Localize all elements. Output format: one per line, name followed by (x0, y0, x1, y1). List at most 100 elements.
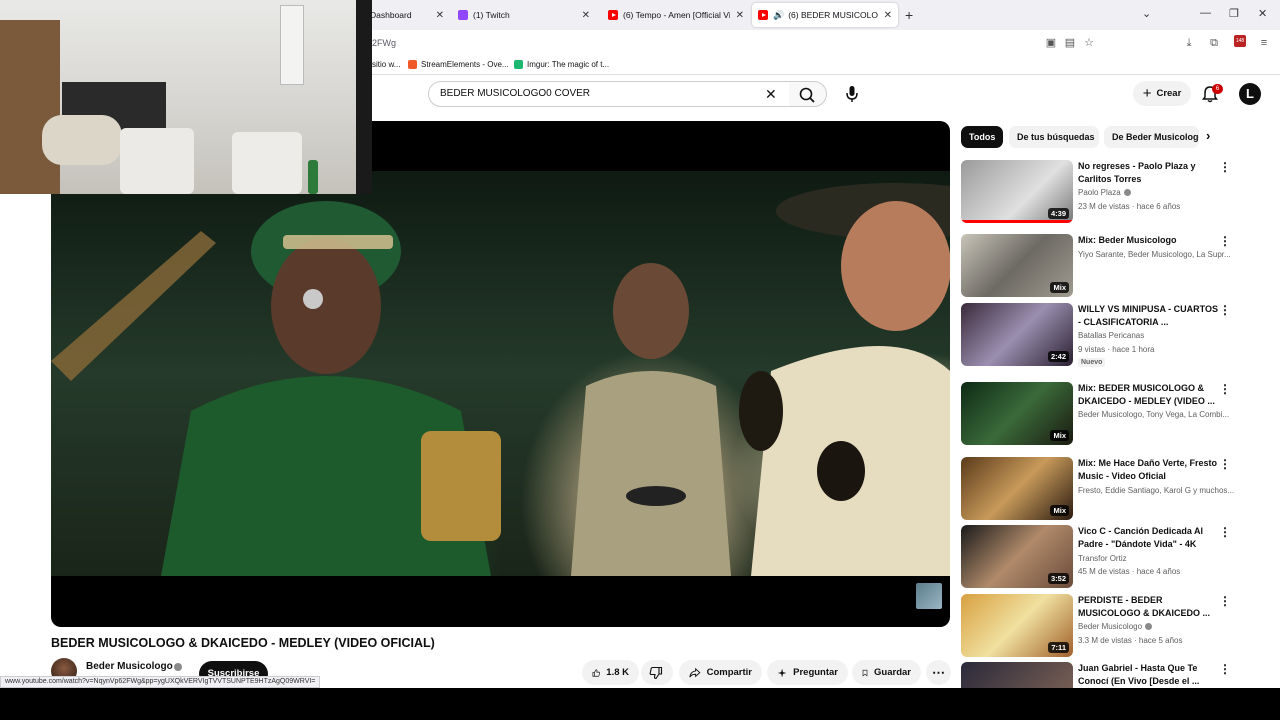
recommendation-channel[interactable]: Batallas Pericanas (1078, 331, 1248, 340)
share-button[interactable]: Compartir (679, 660, 762, 685)
webcam-chair (232, 132, 302, 194)
new-tab-icon[interactable]: + (905, 7, 913, 23)
like-button[interactable]: 1.8 K (582, 660, 639, 685)
video-thumbnail[interactable]: 3:52 (961, 525, 1073, 588)
close-icon[interactable]: ✕ (736, 10, 744, 21)
webcam-chair (120, 128, 194, 194)
recommendation-title[interactable]: Mix: BEDER MUSICOLOGO & DKAICEDO - MEDLE… (1078, 382, 1218, 408)
search-icon (799, 87, 815, 103)
minimize-icon[interactable]: — (1200, 7, 1211, 19)
recommendation-item[interactable]: Mix Mix: BEDER MUSICOLOGO & DKAICEDO - M… (961, 382, 1273, 446)
recommendation-channel[interactable]: Beder Musicologo, Tony Vega, La Combi... (1078, 410, 1248, 419)
more-vertical-icon[interactable]: ⋮ (1219, 235, 1231, 247)
bookmark-star-icon[interactable]: ☆ (1082, 36, 1096, 50)
recommendation-item[interactable]: 2:42 WILLY VS MINIPUSA - CUARTOS - CLASI… (961, 303, 1273, 367)
close-icon[interactable]: ✕ (884, 10, 892, 21)
recommendation-title[interactable]: Vico C - Canción Dedicada Al Padre - "Dá… (1078, 525, 1218, 551)
share-icon (689, 667, 701, 677)
search-button[interactable] (789, 81, 827, 107)
menu-icon[interactable]: ≡ (1257, 36, 1271, 50)
close-icon[interactable]: ✕ (436, 10, 444, 21)
tab-tempo-amen[interactable]: (6) Tempo - Amen [Official Vide ✕ (602, 3, 750, 27)
account-avatar[interactable]: L (1239, 83, 1261, 105)
more-vertical-icon[interactable]: ⋮ (1219, 595, 1231, 607)
video-thumbnail[interactable]: Mix (961, 234, 1073, 297)
streamelements-icon (408, 60, 417, 69)
chevron-down-icon[interactable]: ⌄ (1142, 7, 1151, 20)
bookmark-item[interactable]: Imgur: The magic of t... (514, 60, 609, 69)
recommendation-item[interactable]: Mix Mix: Beder Musicologo Yiyo Sarante, … (961, 234, 1273, 298)
youtube-icon (608, 10, 618, 20)
video-player[interactable] (51, 121, 950, 627)
recommendation-title[interactable]: Mix: Beder Musicologo (1078, 234, 1218, 247)
recommendation-item[interactable]: Juan Gabriel - Hasta Que Te Conocí (En V… (961, 662, 1273, 688)
chip-todos[interactable]: Todos (961, 126, 1003, 148)
tab-title: (6) Tempo - Amen [Official Vide (623, 10, 730, 20)
url-bar[interactable]: 2FWg (372, 38, 396, 48)
voice-search-button[interactable] (838, 80, 866, 108)
video-thumbnail[interactable]: 7:11 (961, 594, 1073, 657)
video-thumbnail[interactable] (961, 662, 1073, 688)
picture-in-picture-icon[interactable]: ▣ (1044, 36, 1058, 50)
recommendation-channel[interactable]: Paolo Plaza (1078, 188, 1248, 197)
youtube-icon (758, 10, 768, 20)
webcam-clothes (42, 115, 122, 165)
end-screen-thumbnail[interactable] (916, 583, 942, 609)
tab-beder-musicologo[interactable]: 🔊 (6) BEDER MUSICOLOGO & ✕ (752, 3, 898, 27)
recommendation-title[interactable]: No regreses - Paolo Plaza y Carlitos Tor… (1078, 160, 1218, 186)
tab-twitch[interactable]: (1) Twitch ✕ (452, 3, 596, 27)
video-thumbnail[interactable]: 4:39 (961, 160, 1073, 223)
like-count: 1.8 K (606, 667, 629, 678)
downloads-icon[interactable]: ⤓ (1182, 36, 1196, 50)
tab-title: Dashboard (370, 10, 412, 20)
tab-dashboard[interactable]: Dashboard ✕ (364, 3, 450, 27)
channel-name[interactable]: Beder Musicologo (86, 661, 173, 672)
verified-icon (174, 663, 182, 671)
recommendation-item[interactable]: 4:39 No regreses - Paolo Plaza y Carlito… (961, 160, 1273, 224)
video-frame (51, 171, 950, 576)
video-thumbnail[interactable]: Mix (961, 457, 1073, 520)
speaker-icon[interactable]: 🔊 (773, 10, 784, 21)
chip-de-tus-busquedas[interactable]: De tus búsquedas (1009, 126, 1099, 148)
recommendation-channel[interactable]: Beder Musicologo (1078, 622, 1248, 631)
recommendation-item[interactable]: 7:11 PERDISTE - BEDER MUSICOLOGO & DKAIC… (961, 594, 1273, 658)
extension-badge[interactable]: 148 (1234, 35, 1246, 47)
bookmark-item[interactable]: StreamElements - Ove... (408, 60, 509, 69)
more-vertical-icon[interactable]: ⋮ (1219, 304, 1231, 316)
recommendation-channel[interactable]: Transfor Ortiz (1078, 554, 1248, 563)
recommendation-title[interactable]: Mix: Me Hace Daño Verte, Fresto Music - … (1078, 457, 1218, 483)
chevron-right-icon[interactable]: › (1206, 128, 1210, 143)
create-button[interactable]: + Crear (1133, 81, 1191, 106)
recommendation-channel[interactable]: Yiyo Sarante, Beder Musicologo, La Supr.… (1078, 250, 1248, 259)
recommendation-title[interactable]: WILLY VS MINIPUSA - CUARTOS - CLASIFICAT… (1078, 303, 1218, 329)
clear-search-icon[interactable]: ✕ (765, 86, 777, 103)
close-icon[interactable]: ✕ (582, 10, 590, 21)
chip-de-beder-musicologo[interactable]: De Beder Musicologo (1104, 126, 1199, 148)
recommendation-channel[interactable]: Fresto, Eddie Santiago, Karol G y muchos… (1078, 486, 1248, 495)
reader-view-icon[interactable]: ▤ (1063, 36, 1077, 50)
verified-icon (1145, 623, 1153, 631)
ask-button[interactable]: Preguntar (767, 660, 848, 685)
window-close-icon[interactable]: ✕ (1258, 7, 1267, 20)
search-input[interactable]: BEDER MUSICOLOGO0 COVER (428, 81, 790, 107)
more-vertical-icon[interactable]: ⋮ (1219, 526, 1231, 538)
save-button[interactable]: Guardar (852, 660, 921, 685)
recommendation-title[interactable]: Juan Gabriel - Hasta Que Te Conocí (En V… (1078, 662, 1218, 688)
more-actions-button[interactable]: ⋯ (926, 660, 951, 685)
more-vertical-icon[interactable]: ⋮ (1219, 161, 1231, 173)
bookmark-item[interactable]: sitio w... (372, 60, 400, 69)
bookmark-label: sitio w... (372, 60, 401, 69)
more-vertical-icon[interactable]: ⋮ (1219, 458, 1231, 470)
duration-badge: Mix (1050, 430, 1069, 441)
recommendation-title[interactable]: PERDISTE - BEDER MUSICOLOGO & DKAICEDO .… (1078, 594, 1218, 620)
more-vertical-icon[interactable]: ⋮ (1219, 383, 1231, 395)
recommendation-item[interactable]: 3:52 Vico C - Canción Dedicada Al Padre … (961, 525, 1273, 589)
recommendation-item[interactable]: Mix Mix: Me Hace Daño Verte, Fresto Musi… (961, 457, 1273, 521)
maximize-icon[interactable]: ❐ (1229, 7, 1239, 20)
video-thumbnail[interactable]: 2:42 (961, 303, 1073, 366)
more-vertical-icon[interactable]: ⋮ (1219, 663, 1231, 675)
browser-window: Dashboard ✕ (1) Twitch ✕ (6) Tempo - Ame… (0, 0, 1280, 688)
extensions-icon[interactable]: ⧉ (1207, 36, 1221, 50)
video-thumbnail[interactable]: Mix (961, 382, 1073, 445)
dislike-button[interactable] (641, 660, 673, 685)
